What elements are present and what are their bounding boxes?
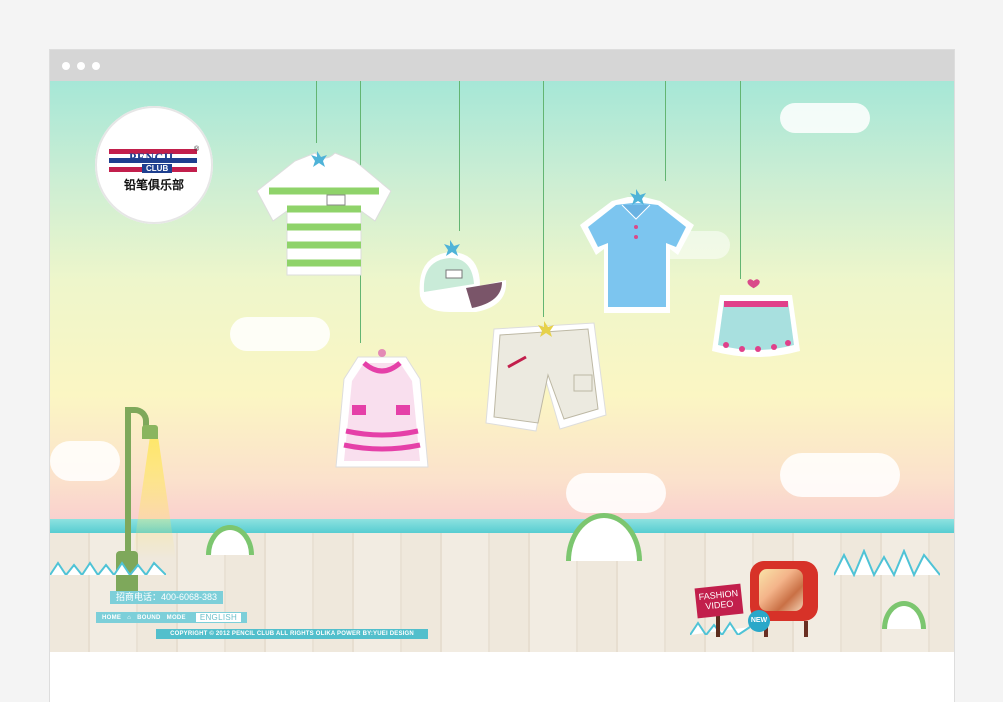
window-dot[interactable] [77, 62, 85, 70]
logo-sub: CLUB [142, 164, 173, 173]
copyright: COPYRIGHT © 2012 PENCIL CLUB ALL RIGHTS … [156, 629, 428, 639]
nav-home[interactable]: HOME [102, 615, 121, 621]
hanging-string [740, 81, 741, 279]
lamp-post [125, 411, 131, 571]
mini-skirt-item[interactable] [708, 279, 804, 369]
grass [834, 549, 940, 577]
grass [690, 621, 750, 635]
nav-bound[interactable]: BOUND [137, 615, 161, 621]
phone-number: 招商电话：400-6068-383 [110, 591, 224, 604]
page-bottom [50, 652, 954, 702]
hanging-string [316, 81, 317, 143]
teal-rail [50, 519, 954, 533]
cloud [50, 441, 120, 481]
baseball-cap-item[interactable] [410, 236, 510, 316]
striped-tshirt-item[interactable] [255, 151, 393, 281]
fashion-video-sign[interactable]: FASHION VIDEO [694, 583, 744, 619]
nav-mode[interactable]: MODE [167, 615, 186, 621]
tv-screen [759, 569, 803, 611]
hero-scene: PENCIL CLUB ® 铅笔俱乐部 招商电话：400-6068-383 HO… [50, 81, 954, 652]
girls-dress-item[interactable] [330, 349, 434, 473]
hanging-string [665, 81, 666, 181]
logo-brand: PENCIL [129, 150, 178, 164]
cargo-shorts-item[interactable] [480, 319, 608, 437]
new-badge: NEW [748, 610, 770, 632]
window-dot[interactable] [92, 62, 100, 70]
browser-titlebar [50, 50, 954, 81]
hanging-string [543, 81, 544, 317]
logo-registered: ® [194, 146, 200, 153]
window-dot[interactable] [62, 62, 70, 70]
cloud [780, 103, 870, 133]
hanging-string [459, 81, 460, 231]
cloud [230, 317, 330, 351]
grass [50, 561, 166, 575]
english-link[interactable]: ENGLISH [195, 613, 242, 622]
browser-window: PENCIL CLUB ® 铅笔俱乐部 招商电话：400-6068-383 HO… [50, 50, 954, 702]
lamp-light [132, 439, 176, 559]
logo-chinese-name: 铅笔俱乐部 [123, 178, 184, 192]
home-icon[interactable]: ⌂ [127, 615, 131, 621]
pencil-club-logo[interactable]: PENCIL CLUB ® 铅笔俱乐部 [95, 106, 213, 224]
cloud [780, 453, 900, 497]
cloud [566, 473, 666, 513]
tv-leg [804, 621, 808, 637]
polo-shirt-item[interactable] [578, 189, 696, 319]
lamp-head [142, 425, 158, 439]
footer-nav: HOME ⌂ BOUND MODE ENGLISH [96, 612, 248, 623]
